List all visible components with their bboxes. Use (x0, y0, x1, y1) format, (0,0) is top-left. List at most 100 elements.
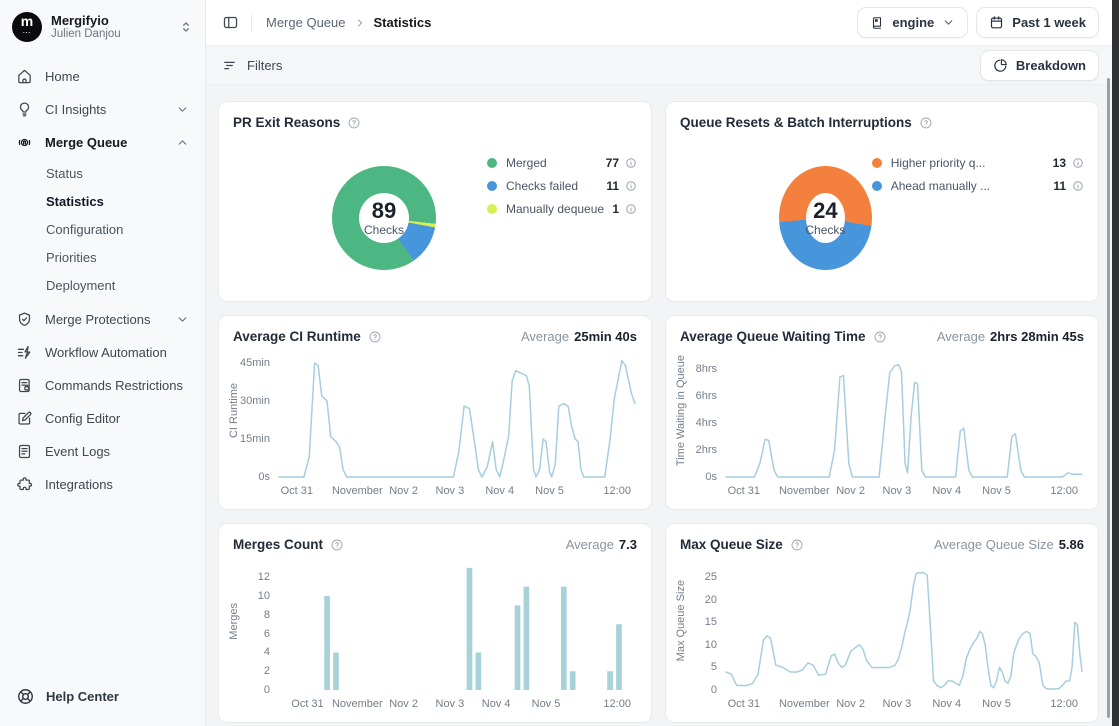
pr-exit-donut-chart[interactable]: 89 Checks (332, 166, 436, 270)
y-tick-label: 0 (264, 684, 270, 696)
x-tick-label: Oct 31 (728, 485, 760, 497)
x-tick-label: Nov 2 (389, 485, 418, 497)
question-circle-icon[interactable] (347, 116, 361, 130)
sidebar-item-integrations[interactable]: Integrations (0, 468, 205, 501)
info-circle-icon[interactable] (625, 157, 637, 169)
workspace-switcher[interactable]: m... Mergifyio Julien Danjou (0, 0, 205, 52)
legend-item[interactable]: Checks failed11 (487, 179, 637, 193)
info-circle-icon[interactable] (1072, 180, 1084, 192)
ci-runtime-chart: 0s15min30min45minOct 31NovemberNov 2Nov … (279, 358, 635, 477)
chart-plot-area[interactable]: 024681012Oct 31NovemberNov 2Nov 3Nov 4No… (279, 566, 635, 690)
filters-button[interactable]: Filters (222, 58, 282, 73)
legend-item[interactable]: Higher priority q...13 (872, 156, 1084, 170)
y-tick-label: 45min (240, 357, 270, 369)
sidebar-item-merge-queue[interactable]: Merge Queue (0, 126, 205, 159)
average-value: Average25min 40s (521, 329, 637, 344)
legend-value: 11 (606, 179, 619, 193)
sidebar-item-config-editor[interactable]: Config Editor (0, 402, 205, 435)
sidebar-subitem-configuration[interactable]: Configuration (0, 215, 205, 243)
shield-check-icon (16, 311, 33, 328)
legend-item[interactable]: Ahead manually ... 11 (872, 179, 1084, 193)
chevron-down-icon (942, 16, 955, 29)
pr-exit-legend: Merged77 Checks failed11 Manually dequeued… (487, 156, 637, 216)
question-circle-icon[interactable] (368, 330, 382, 344)
max-queue-size-chart: 0510152025Oct 31NovemberNov 2Nov 3Nov 4N… (726, 566, 1082, 690)
question-circle-icon[interactable] (330, 538, 344, 552)
legend-item[interactable]: Merged77 (487, 156, 637, 170)
sidebar-nav: Home CI Insights Merge Queue Status Stat… (0, 60, 205, 501)
chevron-down-icon (176, 313, 189, 326)
sidebar-subitem-priorities[interactable]: Priorities (0, 243, 205, 271)
info-circle-icon[interactable] (1072, 157, 1084, 169)
y-tick-label: 12 (258, 571, 270, 583)
x-tick-label: Nov 2 (389, 698, 418, 710)
x-tick-label: Nov 4 (932, 485, 961, 497)
sidebar-subitem-statistics[interactable]: Statistics (0, 187, 205, 215)
chart-plot-area[interactable]: 0s15min30min45minOct 31NovemberNov 2Nov … (279, 358, 635, 477)
sidebar-item-home[interactable]: Home (0, 60, 205, 93)
sidebar-item-workflow-automation[interactable]: Workflow Automation (0, 336, 205, 369)
legend-label: Higher priority q... (891, 156, 1045, 170)
pie-chart-icon (993, 58, 1008, 73)
lifebuoy-icon (16, 687, 35, 706)
legend-label: Ahead manually ... (891, 179, 1046, 193)
queue-resets-donut-chart[interactable]: 24 Checks (779, 166, 872, 270)
window-edge (1112, 0, 1119, 726)
help-center-link[interactable]: Help Center (16, 687, 119, 706)
y-tick-label: 25 (705, 571, 717, 583)
average-value: Average7.3 (566, 537, 637, 552)
date-range-button[interactable]: Past 1 week (976, 7, 1099, 38)
y-tick-label: 15min (240, 433, 270, 445)
card-title: PR Exit Reasons (233, 115, 340, 130)
y-tick-label: 20 (705, 594, 717, 606)
queue-waiting-chart: 0s2hrs4hrs6hrs8hrsOct 31NovemberNov 2Nov… (726, 358, 1082, 477)
x-tick-label: November (332, 485, 383, 497)
y-axis-title: Max Queue Size (675, 580, 687, 661)
chart-plot-area[interactable]: 0510152025Oct 31NovemberNov 2Nov 3Nov 4N… (726, 566, 1082, 690)
card-average-ci-runtime: Average CI Runtime Average25min 40s CI R… (218, 315, 652, 510)
sidebar-item-ci-insights[interactable]: CI Insights (0, 93, 205, 126)
sidebar-subitem-deployment[interactable]: Deployment (0, 271, 205, 299)
x-tick-label: Nov 4 (932, 698, 961, 710)
sidebar-item-commands-restrictions[interactable]: Commands Restrictions (0, 369, 205, 402)
repository-selector[interactable]: engine (857, 7, 968, 38)
y-tick-label: 5 (711, 661, 717, 673)
x-tick-label: 12:00 (1050, 698, 1078, 710)
vertical-scrollbar[interactable] (1107, 78, 1110, 718)
merge-queue-icon (16, 134, 33, 151)
lightbulb-icon (16, 101, 33, 118)
card-title: Max Queue Size (680, 537, 783, 552)
breadcrumb-parent[interactable]: Merge Queue (266, 15, 346, 30)
sidebar-toggle-icon[interactable] (222, 14, 239, 31)
sidebar-item-label: Merge Protections (45, 312, 151, 327)
y-axis-title: Merges (228, 603, 240, 640)
info-circle-icon[interactable] (625, 180, 637, 192)
card-title: Merges Count (233, 537, 323, 552)
merges-count-chart: 024681012Oct 31NovemberNov 2Nov 3Nov 4No… (279, 566, 635, 690)
y-tick-label: 30min (240, 395, 270, 407)
average-value: Average2hrs 28min 45s (937, 329, 1084, 344)
info-circle-icon[interactable] (625, 203, 637, 215)
legend-value: 11 (1053, 179, 1066, 193)
x-tick-label: Nov 5 (535, 485, 564, 497)
question-circle-icon[interactable] (873, 330, 887, 344)
edit-pencil-icon (16, 410, 33, 427)
sidebar-item-merge-protections[interactable]: Merge Protections (0, 303, 205, 336)
card-average-queue-waiting-time: Average Queue Waiting Time Average2hrs 2… (665, 315, 1099, 510)
legend-item[interactable]: Manually dequeued1 (487, 202, 637, 216)
question-circle-icon[interactable] (919, 116, 933, 130)
donut-total: 89 (372, 199, 396, 223)
sidebar-item-label: Config Editor (45, 411, 120, 426)
repo-book-icon (870, 16, 884, 30)
sidebar-item-event-logs[interactable]: Event Logs (0, 435, 205, 468)
legend-color-dot (487, 204, 497, 214)
calendar-icon (989, 15, 1004, 30)
sidebar-subitem-status[interactable]: Status (0, 159, 205, 187)
chart-plot-area[interactable]: 0s2hrs4hrs6hrs8hrsOct 31NovemberNov 2Nov… (726, 358, 1082, 477)
breakdown-button[interactable]: Breakdown (980, 50, 1099, 81)
legend-label: Manually dequeued (506, 202, 604, 216)
legend-color-dot (872, 158, 882, 168)
legend-color-dot (487, 158, 497, 168)
x-tick-label: Nov 3 (436, 485, 465, 497)
question-circle-icon[interactable] (790, 538, 804, 552)
